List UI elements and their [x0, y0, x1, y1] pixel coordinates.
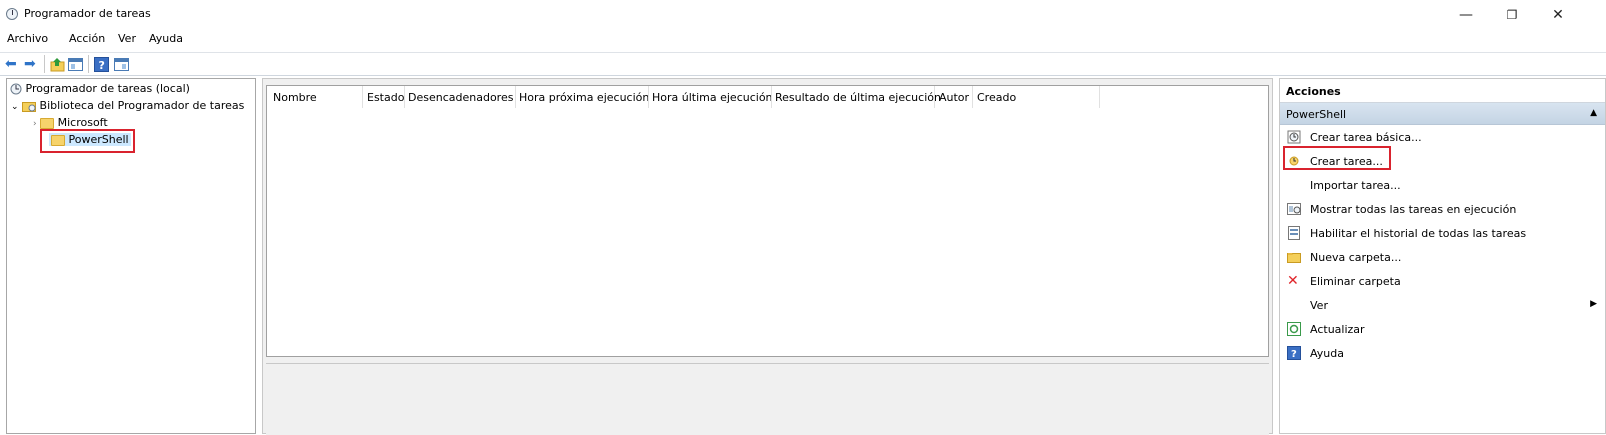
basic-task-icon	[1287, 130, 1301, 144]
up-folder-icon[interactable]	[50, 57, 65, 72]
action-habilitar-historial[interactable]: Habilitar el historial de todas las tare…	[1280, 223, 1605, 245]
close-button[interactable]: ✕	[1538, 4, 1578, 26]
column-header-creado[interactable]: Creado	[977, 91, 1016, 107]
svg-text:?: ?	[99, 59, 105, 72]
action-importar-tarea[interactable]: Importar tarea...	[1280, 175, 1605, 197]
column-header-autor[interactable]: Autor	[939, 91, 969, 107]
actions-section-powershell[interactable]: PowerShell ▲	[1280, 103, 1605, 125]
column-header-hora-ultima[interactable]: Hora última ejecución	[652, 91, 773, 107]
actions-header: Acciones	[1280, 79, 1605, 103]
action-label: Habilitar el historial de todas las tare…	[1310, 227, 1527, 240]
menu-ayuda[interactable]: Ayuda	[149, 32, 183, 45]
chevron-right-icon[interactable]: ›	[33, 119, 37, 129]
navigation-tree: Programador de tareas (local) ⌄ Bibliote…	[6, 78, 256, 434]
action-label: Ayuda	[1310, 347, 1344, 360]
task-detail-pane	[266, 363, 1269, 435]
actions-panel: Acciones PowerShell ▲ Crear tarea básica…	[1279, 78, 1606, 434]
window-title: Programador de tareas	[24, 7, 151, 20]
clock-icon	[10, 83, 22, 95]
column-divider	[404, 86, 405, 108]
chevron-down-icon[interactable]: ⌄	[11, 102, 19, 112]
action-nueva-carpeta[interactable]: Nueva carpeta...	[1280, 247, 1605, 269]
minimize-button[interactable]: —	[1446, 4, 1486, 26]
svg-text:?: ?	[1291, 349, 1297, 360]
tree-root[interactable]: Programador de tareas (local)	[10, 82, 190, 95]
forward-arrow-icon[interactable]: ➡	[24, 57, 39, 72]
toolbar-divider	[44, 55, 45, 73]
action-label: Crear tarea básica...	[1310, 131, 1422, 144]
action-ver[interactable]: Ver ▶	[1280, 295, 1605, 317]
action-mostrar-tareas[interactable]: Mostrar todas las tareas en ejecución	[1280, 199, 1605, 221]
submenu-arrow-icon: ▶	[1590, 299, 1597, 309]
menu-bar: Archivo Acción Ver Ayuda	[0, 29, 1606, 49]
delete-icon: ✕	[1287, 273, 1299, 289]
action-label: Nueva carpeta...	[1310, 251, 1402, 264]
tree-library[interactable]: ⌄ Biblioteca del Programador de tareas	[11, 99, 244, 112]
action-ayuda[interactable]: ? Ayuda	[1280, 343, 1605, 365]
actions-section-label: PowerShell	[1286, 108, 1347, 121]
title-bar: Programador de tareas — ❐ ✕	[0, 0, 1606, 28]
column-header-hora-proxima[interactable]: Hora próxima ejecución	[519, 91, 649, 107]
column-divider	[648, 86, 649, 108]
action-label: Eliminar carpeta	[1310, 275, 1401, 288]
action-highlight-box	[1283, 146, 1391, 170]
action-label: Importar tarea...	[1310, 179, 1401, 192]
selection-highlight-box	[40, 129, 135, 153]
tree-root-label: Programador de tareas (local)	[25, 82, 190, 95]
action-actualizar[interactable]: Actualizar	[1280, 319, 1605, 341]
folder-icon	[40, 117, 55, 129]
menu-accion[interactable]: Acción	[69, 32, 105, 45]
column-header-estado[interactable]: Estado	[367, 91, 404, 107]
clock-icon	[6, 8, 18, 20]
collapse-up-icon[interactable]: ▲	[1590, 108, 1597, 118]
restore-button[interactable]: ❐	[1492, 4, 1532, 26]
help-icon[interactable]: ?	[94, 57, 109, 72]
column-divider	[362, 86, 363, 108]
column-divider	[934, 86, 935, 108]
column-divider	[771, 86, 772, 108]
tree-item-microsoft[interactable]: › Microsoft	[33, 116, 108, 129]
column-header-resultado[interactable]: Resultado de última ejecución	[775, 91, 941, 107]
toolbar-divider	[88, 55, 89, 73]
actions-header-label: Acciones	[1286, 85, 1341, 98]
tree-library-label: Biblioteca del Programador de tareas	[39, 99, 245, 112]
back-arrow-icon[interactable]: ⬅	[5, 57, 20, 72]
column-divider	[972, 86, 973, 108]
new-folder-icon	[1287, 253, 1301, 263]
task-list-panel: Nombre Estado Desencadenadores Hora próx…	[262, 78, 1273, 435]
show-hide-actions-icon[interactable]	[114, 57, 129, 72]
help-icon: ?	[1287, 346, 1301, 360]
column-header-nombre[interactable]: Nombre	[273, 91, 317, 107]
running-tasks-icon	[1287, 203, 1301, 215]
column-divider	[1099, 86, 1100, 108]
column-divider	[515, 86, 516, 108]
action-label: Ver	[1310, 299, 1328, 312]
menu-ver[interactable]: Ver	[118, 32, 136, 45]
column-header-desencadenadores[interactable]: Desencadenadores	[408, 91, 513, 107]
action-label: Actualizar	[1310, 323, 1365, 336]
show-hide-tree-icon[interactable]	[68, 57, 83, 72]
refresh-icon	[1287, 322, 1301, 336]
tree-item-label: Microsoft	[57, 116, 108, 129]
history-icon	[1288, 226, 1300, 240]
menu-archivo[interactable]: Archivo	[7, 32, 48, 45]
action-eliminar-carpeta[interactable]: ✕ Eliminar carpeta	[1280, 271, 1605, 293]
library-folder-icon	[22, 102, 37, 112]
action-label: Mostrar todas las tareas en ejecución	[1310, 203, 1517, 216]
toolbar: ⬅ ➡ ?	[0, 52, 1606, 76]
task-table: Nombre Estado Desencadenadores Hora próx…	[266, 85, 1269, 357]
